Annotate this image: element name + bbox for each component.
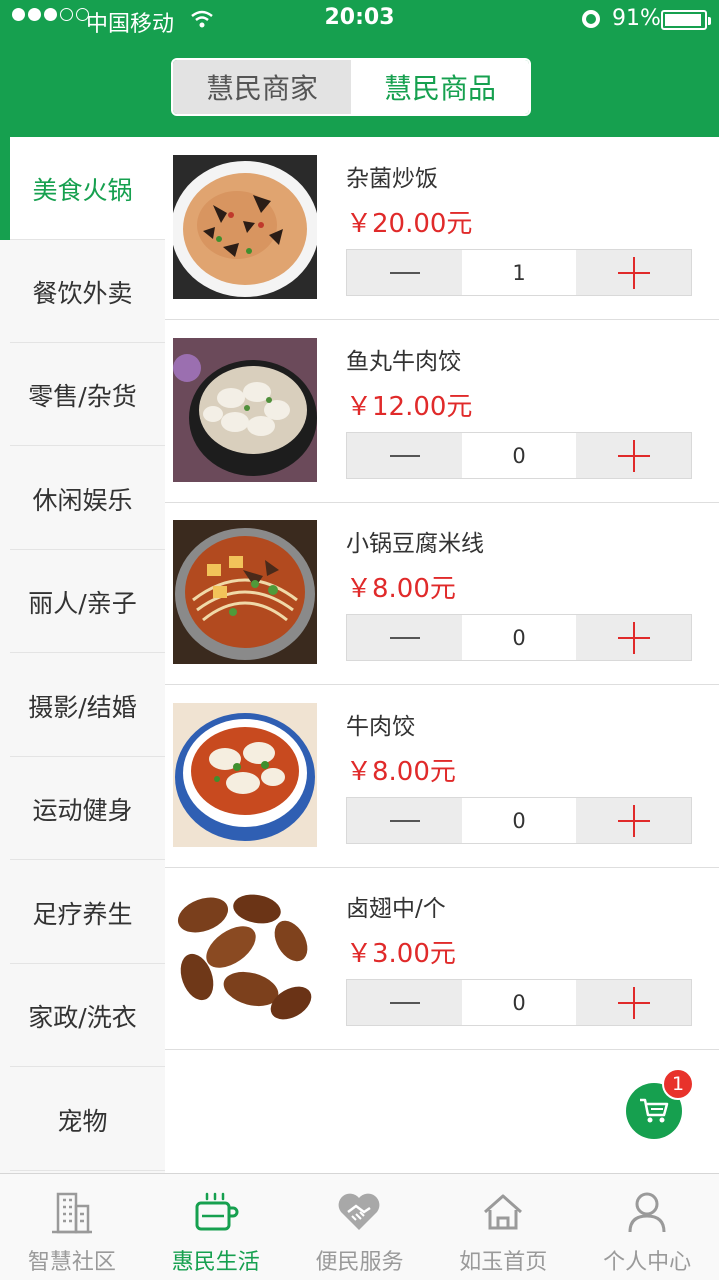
quantity-value[interactable]: 0: [462, 615, 576, 660]
quantity-stepper: 0: [346, 979, 692, 1026]
category-item[interactable]: 足疗养生: [0, 861, 165, 964]
quantity-stepper: 0: [346, 614, 692, 661]
plus-icon: [617, 986, 650, 1019]
tab-home[interactable]: 如玉首页: [431, 1174, 575, 1280]
product-list: 杂菌炒饭 ￥20.00元 1 鱼丸牛肉饺 ￥12.00元 0 小锅豆腐米线 ￥8…: [165, 137, 719, 1173]
segment-merchants[interactable]: 慧民商家: [173, 60, 351, 114]
minus-icon: [389, 1001, 420, 1004]
quantity-stepper: 0: [346, 797, 692, 844]
segment-products[interactable]: 慧民商品: [351, 60, 529, 114]
product-name: 卤翅中/个: [346, 896, 446, 922]
product-price: ￥12.00元: [346, 392, 473, 422]
product-name: 牛肉饺: [346, 714, 415, 740]
tab-living[interactable]: 惠民生活: [144, 1174, 288, 1280]
battery-icon: [661, 10, 711, 30]
category-label: 宠物: [57, 1106, 108, 1136]
quantity-value[interactable]: 0: [462, 798, 576, 843]
category-item[interactable]: 摄影/结婚: [0, 654, 165, 757]
home-icon: [479, 1188, 527, 1236]
cart-icon: [640, 1098, 669, 1123]
product-price: ￥3.00元: [346, 939, 456, 969]
tab-profile[interactable]: 个人中心: [575, 1174, 719, 1280]
category-item[interactable]: 餐饮外卖: [0, 240, 165, 343]
category-item[interactable]: 宠物: [0, 1068, 165, 1171]
tab-smart-community[interactable]: 智慧社区: [0, 1174, 144, 1280]
category-item[interactable]: 零售/杂货: [0, 343, 165, 446]
plus-icon: [617, 439, 650, 472]
category-item[interactable]: 丽人/亲子: [0, 550, 165, 653]
tab-label: 智慧社区: [27, 1250, 116, 1275]
increment-button[interactable]: [576, 980, 691, 1025]
category-item[interactable]: 休闲娱乐: [0, 447, 165, 550]
product-item: 鱼丸牛肉饺 ￥12.00元 0: [165, 320, 719, 503]
increment-button[interactable]: [576, 615, 691, 660]
category-label: 运动健身: [32, 795, 133, 825]
battery-percent: 91%: [612, 6, 661, 31]
increment-button[interactable]: [576, 798, 691, 843]
handshake-heart-icon: [335, 1188, 383, 1236]
product-name: 小锅豆腐米线: [346, 531, 484, 557]
minus-icon: [389, 636, 420, 639]
tab-services[interactable]: 便民服务: [288, 1174, 432, 1280]
decrement-button[interactable]: [347, 798, 462, 843]
plus-icon: [617, 256, 650, 289]
product-price: ￥20.00元: [346, 209, 473, 239]
tab-label: 如玉首页: [459, 1250, 548, 1275]
product-item: 牛肉饺 ￥8.00元 0: [165, 685, 719, 868]
category-label: 摄影/结婚: [28, 692, 137, 722]
minus-icon: [389, 819, 420, 822]
product-price: ￥8.00元: [346, 574, 456, 604]
header: 中国移动 20:03 91% 慧民商家 慧民商品: [0, 0, 719, 137]
quantity-value[interactable]: 0: [462, 433, 576, 478]
decrement-button[interactable]: [347, 615, 462, 660]
coffee-cup-icon: [192, 1188, 240, 1236]
quantity-value[interactable]: 0: [462, 980, 576, 1025]
product-image[interactable]: [173, 155, 317, 299]
category-item[interactable]: 运动健身: [0, 757, 165, 860]
product-image[interactable]: [173, 338, 317, 482]
quantity-stepper: 0: [346, 432, 692, 479]
plus-icon: [617, 621, 650, 654]
bottom-tab-bar: 智慧社区 惠民生活 便民服务 如玉首页 个人中心: [0, 1173, 719, 1280]
decrement-button[interactable]: [347, 433, 462, 478]
product-name: 鱼丸牛肉饺: [346, 349, 461, 375]
product-image[interactable]: [173, 703, 317, 847]
cart-count-badge: 1: [662, 1068, 694, 1100]
increment-button[interactable]: [576, 250, 691, 295]
tab-label: 便民服务: [315, 1250, 404, 1275]
product-item: 小锅豆腐米线 ￥8.00元 0: [165, 502, 719, 685]
category-item[interactable]: 家政/洗衣: [0, 964, 165, 1067]
quantity-stepper: 1: [346, 249, 692, 296]
category-label: 餐饮外卖: [32, 278, 133, 308]
category-label: 家政/洗衣: [28, 1002, 137, 1032]
product-image[interactable]: [173, 885, 317, 1029]
tab-label: 惠民生活: [171, 1250, 260, 1275]
minus-icon: [389, 271, 420, 274]
category-item[interactable]: 美食火锅: [0, 137, 165, 240]
category-label: 丽人/亲子: [28, 588, 137, 618]
segment-control: 慧民商家 慧民商品: [171, 58, 531, 116]
category-label: 休闲娱乐: [32, 485, 133, 515]
active-indicator: [0, 137, 10, 240]
product-item: 卤翅中/个 ￥3.00元 0: [165, 867, 719, 1050]
minus-icon: [389, 454, 420, 457]
tab-label: 个人中心: [603, 1250, 692, 1275]
decrement-button[interactable]: [347, 980, 462, 1025]
status-bar: 中国移动 20:03 91%: [0, 0, 719, 40]
product-name: 杂菌炒饭: [346, 166, 438, 192]
increment-button[interactable]: [576, 433, 691, 478]
category-label: 足疗养生: [32, 899, 133, 929]
building-icon: [48, 1188, 96, 1236]
alarm-icon: [582, 10, 600, 28]
product-price: ￥8.00元: [346, 757, 456, 787]
product-image[interactable]: [173, 520, 317, 664]
plus-icon: [617, 804, 650, 837]
category-sidebar: 美食火锅 餐饮外卖 零售/杂货 休闲娱乐 丽人/亲子 摄影/结婚 运动健身 足疗…: [0, 137, 165, 1173]
category-label: 零售/杂货: [28, 381, 137, 411]
decrement-button[interactable]: [347, 250, 462, 295]
product-item: 杂菌炒饭 ￥20.00元 1: [165, 137, 719, 320]
quantity-value[interactable]: 1: [462, 250, 576, 295]
category-label: 美食火锅: [32, 175, 133, 205]
person-icon: [623, 1188, 671, 1236]
